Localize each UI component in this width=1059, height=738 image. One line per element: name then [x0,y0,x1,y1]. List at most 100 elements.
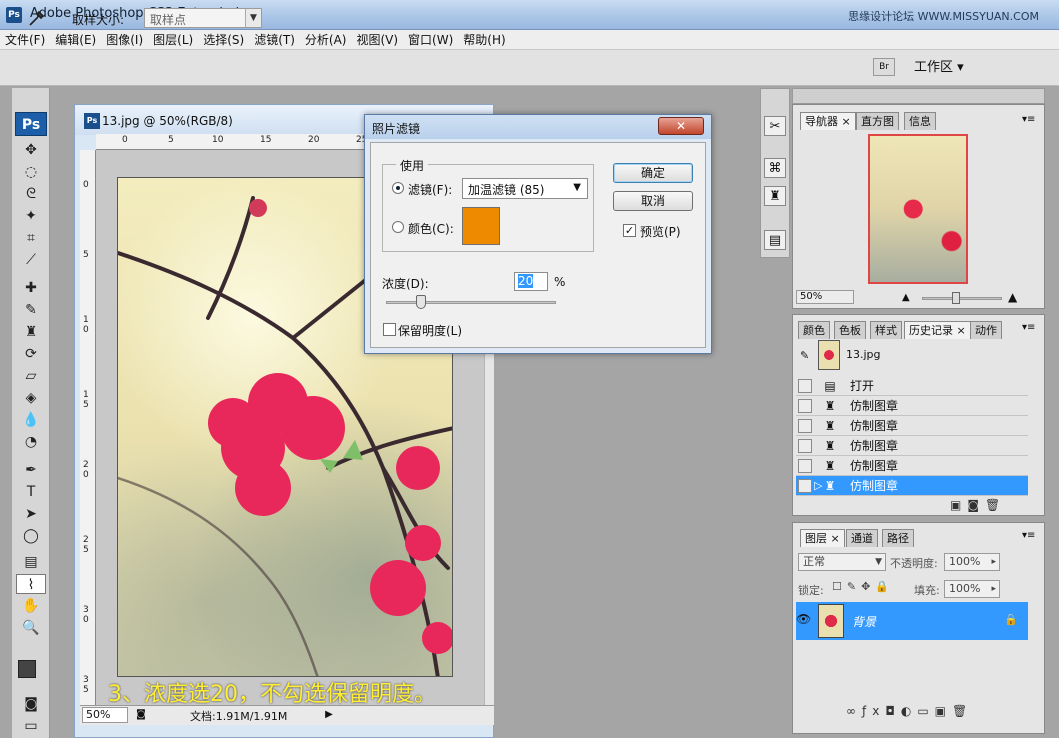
healing-brush-icon[interactable]: ✚ [16,278,46,298]
filter-radio-label[interactable]: 滤镜(F): [408,181,452,198]
preserve-luminosity-checkbox[interactable] [383,323,396,336]
menu-view[interactable]: 视图(V) [351,30,403,50]
menu-help[interactable]: 帮助(H) [458,30,510,50]
history-item-selected[interactable]: ▷ ♜ 仿制图章 [796,476,1028,496]
density-input[interactable]: 20 [514,272,548,291]
menu-window[interactable]: 窗口(W) [403,30,458,50]
trash-icon[interactable]: 🗑 [985,498,1006,512]
color-radio[interactable] [392,221,404,233]
navigator-zoom-slider[interactable] [922,297,1002,300]
preserve-luminosity-label[interactable]: 保留明度(L) [398,322,462,339]
panel-menu-icon[interactable]: ▾≡ [1022,114,1035,125]
trash-icon[interactable]: 🗑 [952,704,973,718]
tab-paths[interactable]: 路径 [882,529,914,547]
workspace-button[interactable]: 工作区 ▾ [908,58,972,78]
quick-mask-icon[interactable]: ◙ [16,694,46,714]
density-slider-thumb[interactable] [416,295,426,309]
ellipse-tool-icon[interactable]: ◯ [16,526,46,546]
history-item[interactable]: ♜ 仿制图章 [796,416,1028,436]
history-source-box[interactable] [798,379,812,393]
preview-label[interactable]: 预览(P) [640,223,681,240]
zoom-in-icon[interactable]: ▲ [1008,290,1017,304]
zoom-tool-icon[interactable]: 🔍 [16,618,46,638]
filter-radio[interactable] [392,182,404,194]
tab-histogram[interactable]: 直方图 [856,112,899,130]
history-item[interactable]: ♜ 仿制图章 [796,436,1028,456]
path-select-icon[interactable]: ➤ [16,504,46,524]
dodge-tool-icon[interactable]: ◔ [16,432,46,452]
clone-stamp-icon[interactable]: ♜ [16,322,46,342]
eraser-icon[interactable]: ▱ [16,366,46,386]
blur-tool-icon[interactable]: 💧 [16,410,46,430]
eye-icon[interactable]: 👁 [796,612,811,626]
ok-button[interactable]: 确定 [613,163,693,183]
screen-mode-icon[interactable]: ▭ [16,716,46,736]
layer-mask-icon[interactable]: ◘ [885,704,901,718]
menu-edit[interactable]: 编辑(E) [50,30,101,50]
camera-icon[interactable]: ◙ [967,498,985,512]
zoom-level-field[interactable]: 50% [82,707,128,723]
status-menu-arrow-icon[interactable]: ▶ [322,706,336,724]
cancel-button[interactable]: 取消 [613,191,693,211]
notes-tool-icon[interactable]: ▤ [16,552,46,572]
hand-tool-icon[interactable]: ✋ [16,596,46,616]
history-source-box[interactable] [798,419,812,433]
menu-image[interactable]: 图像(I) [101,30,148,50]
eyedropper-icon[interactable] [26,8,48,28]
new-document-icon[interactable]: ▣ [950,498,967,512]
tab-color[interactable]: 颜色 [798,321,830,339]
history-brush-icon[interactable]: ⟳ [16,344,46,364]
filter-select[interactable]: 加温滤镜 (85) ▼ [462,178,588,199]
crop-tool-icon[interactable]: ⌗ [16,228,46,248]
panel-menu-icon[interactable]: ▾≡ [1022,530,1035,541]
history-item[interactable]: ▤ 打开 [796,376,1028,396]
navigator-zoom-field[interactable]: 50% [796,290,854,304]
density-slider-track[interactable] [386,301,556,304]
dialog-close-button[interactable]: ✕ [658,117,704,135]
history-item[interactable]: ♜ 仿制图章 [796,456,1028,476]
marquee-tool-icon[interactable]: ◌ [16,162,46,182]
tab-navigator[interactable]: 导航器 × [800,112,856,130]
tab-channels[interactable]: 通道 [846,529,878,547]
history-source-box[interactable] [798,459,812,473]
lock-move-icon[interactable]: ✥ [861,580,875,593]
lock-paint-icon[interactable]: ✎ [847,580,861,593]
history-snapshot[interactable]: ✎ 13.jpg [796,340,1028,372]
sample-size-select[interactable]: 取样点 ▼ [144,8,262,28]
tab-styles[interactable]: 样式 [870,321,902,339]
bridge-icon[interactable]: Br [873,58,895,76]
zoom-out-icon[interactable]: ▲ [902,292,910,303]
history-item[interactable]: ♜ 仿制图章 [796,396,1028,416]
tab-swatches[interactable]: 色板 [834,321,866,339]
tab-actions[interactable]: 动作 [970,321,1002,339]
opacity-field[interactable]: 100% ▸ [944,553,1000,571]
history-source-box[interactable] [798,439,812,453]
tab-layers[interactable]: 图层 × [800,529,845,547]
menu-select[interactable]: 选择(S) [198,30,249,50]
brush-tool-icon[interactable]: ✎ [16,300,46,320]
menu-file[interactable]: 文件(F) [0,30,50,50]
lock-all-icon[interactable]: 🔒 [875,580,894,593]
navigator-thumbnail[interactable] [868,134,968,284]
type-tool-icon[interactable]: T [16,482,46,502]
color-swatch[interactable] [462,207,500,245]
lasso-tool-icon[interactable]: ᘓ [16,184,46,204]
paint-bucket-icon[interactable]: ◈ [16,388,46,408]
link-layers-icon[interactable]: ∞ [846,704,862,718]
lock-transparency-icon[interactable]: ☐ [832,580,847,593]
slice-tool-icon[interactable]: ⟋ [16,250,46,270]
tools-preset-icon[interactable]: ✂ [764,116,786,136]
tab-history[interactable]: 历史记录 × [904,321,971,339]
layer-comps-icon[interactable]: ▤ [764,230,786,250]
history-source-box[interactable] [798,479,812,493]
history-source-box[interactable] [798,399,812,413]
color-radio-label[interactable]: 颜色(C): [408,220,454,237]
new-group-icon[interactable]: ▭ [917,704,934,718]
layer-name[interactable]: 背景 [852,613,876,630]
new-layer-icon[interactable]: ▣ [935,704,952,718]
menu-filter[interactable]: 滤镜(T) [249,30,300,50]
zoom-options-icon[interactable]: ◙ [134,707,148,723]
fill-field[interactable]: 100% ▸ [944,580,1000,598]
menu-analysis[interactable]: 分析(A) [300,30,352,50]
eyedropper-tool-icon[interactable]: ⌇ [16,574,46,594]
